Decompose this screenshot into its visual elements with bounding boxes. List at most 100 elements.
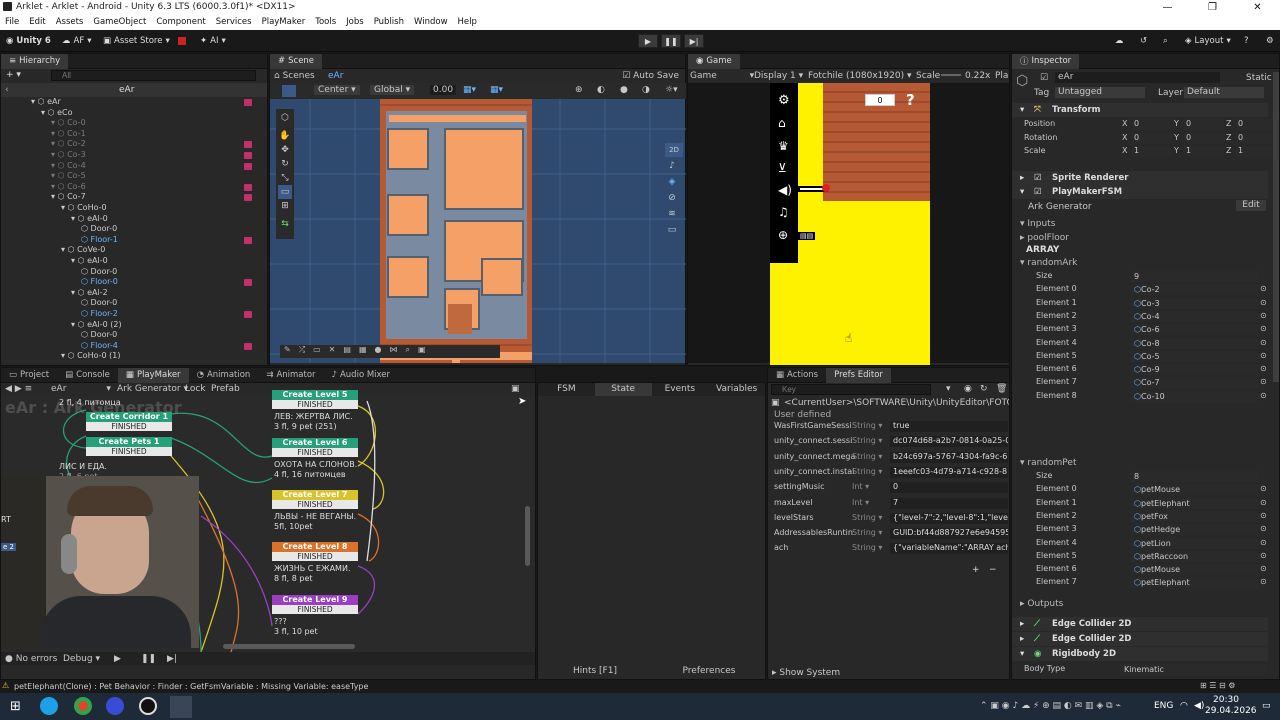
object-picker-icon[interactable]: ⊙ bbox=[1260, 364, 1267, 373]
tab-animator[interactable]: ⇉ Animator bbox=[258, 368, 323, 383]
pref-value-field[interactable]: 1eeefc03-4d79-a714-c928-8 bbox=[890, 466, 1008, 478]
grid-snap-icon[interactable]: ▦▾ bbox=[463, 85, 476, 95]
object-picker-icon[interactable]: ⊙ bbox=[1260, 311, 1267, 320]
history-button[interactable]: ↺ bbox=[1140, 34, 1147, 48]
layers-icon[interactable]: ≋ bbox=[665, 207, 679, 221]
tab-actions[interactable]: ▦ Actions bbox=[768, 368, 826, 383]
fsm-tab-events[interactable]: Events bbox=[652, 383, 709, 396]
hierarchy-item[interactable]: ▾ ⬡ eAr bbox=[1, 97, 267, 108]
gear-icon[interactable]: ⚙ bbox=[778, 93, 790, 108]
tab-console[interactable]: ▤ Console bbox=[57, 368, 118, 383]
hierarchy-item[interactable]: ⬡ Door-0 bbox=[1, 267, 267, 278]
menu-playmaker[interactable]: PlayMaker bbox=[257, 15, 311, 30]
gizmo-icon[interactable]: ⊕ bbox=[575, 85, 583, 95]
pref-key[interactable]: WasFirstGameSessi bbox=[774, 421, 852, 430]
object-picker-icon[interactable]: ⊙ bbox=[1260, 577, 1267, 586]
graph-h-scrollbar[interactable] bbox=[223, 644, 355, 649]
eye-icon[interactable]: ◉ bbox=[964, 384, 972, 394]
edge-collider-1-header[interactable]: ▸ ⟋ Edge Collider 2D bbox=[1012, 617, 1268, 631]
lighting-icon[interactable]: ● bbox=[620, 85, 628, 95]
object-field[interactable]: ⬡petMouse bbox=[1130, 564, 1258, 576]
layer-dropdown[interactable]: Default bbox=[1184, 87, 1264, 98]
static-toggle[interactable]: Static bbox=[1246, 73, 1272, 83]
object-field[interactable]: ⬡petMouse bbox=[1130, 484, 1258, 496]
pref-value-field[interactable]: dc074d68-a2b7-0814-0a25-0 bbox=[890, 436, 1008, 448]
menu-publish[interactable]: Publish bbox=[369, 15, 409, 30]
help-question[interactable]: ? bbox=[906, 91, 915, 109]
hierarchy-item[interactable]: ▾ ⬡ eAl-0 bbox=[1, 256, 267, 267]
game-view-dropdown[interactable]: Game ▾ bbox=[690, 71, 754, 81]
scene-view[interactable]: Center ▾ Global ▾ 0.00 ▦▾ ▦▾ ⊕ ◐ ● ◑ ☼▾ bbox=[270, 83, 686, 363]
hierarchy-item[interactable]: ▾ ⬡ eCo bbox=[1, 108, 267, 119]
cart-icon[interactable]: ⊻ bbox=[778, 161, 787, 175]
menu-file[interactable]: File bbox=[0, 15, 24, 30]
line-icon[interactable]: ⤮ bbox=[299, 345, 305, 358]
hierarchy-item[interactable]: ▾ ⬡ CoVe-0 bbox=[1, 245, 267, 256]
snap-input[interactable]: 0.00 bbox=[430, 85, 457, 95]
cross-icon[interactable]: ✕ bbox=[329, 345, 336, 358]
size-field[interactable]: 9 bbox=[1130, 271, 1258, 282]
object-field[interactable]: ⬡Co-4 bbox=[1130, 310, 1258, 322]
mode-2d-button[interactable]: 2D bbox=[665, 143, 683, 157]
fsm-tab-variables[interactable]: Variables bbox=[708, 383, 765, 396]
rect-icon[interactable]: ▭ bbox=[313, 345, 321, 358]
transform-z-field[interactable]: 0 bbox=[1236, 119, 1276, 130]
pref-value-field[interactable]: 0 bbox=[890, 482, 1008, 494]
add-icon[interactable]: + ▾ bbox=[6, 70, 21, 80]
record-indicator[interactable] bbox=[178, 34, 186, 48]
auto-save-toggle[interactable]: ☑ Auto Save bbox=[622, 71, 679, 81]
pref-type-dropdown[interactable]: String ▾ bbox=[852, 421, 888, 430]
music-icon[interactable]: ♫ bbox=[778, 205, 789, 219]
transform-x-field[interactable]: 0 bbox=[1132, 119, 1172, 130]
hierarchy-item[interactable]: ⬡ Door-0 bbox=[1, 224, 267, 235]
pivot-dropdown[interactable]: Center ▾ bbox=[314, 85, 360, 95]
sound-icon[interactable]: ◀) bbox=[778, 183, 792, 197]
pattern-icon[interactable]: ⋈ bbox=[389, 345, 397, 358]
move-icon[interactable]: ✥ bbox=[278, 143, 292, 157]
hierarchy-item[interactable]: ⬡ Floor-4 bbox=[1, 341, 267, 352]
pref-value-field[interactable]: 7 bbox=[890, 497, 1008, 509]
edge-browser-icon[interactable] bbox=[40, 697, 58, 715]
language-icon[interactable]: ⊕ bbox=[778, 228, 788, 242]
circle-icon[interactable]: ● bbox=[375, 345, 382, 358]
tab-hierarchy[interactable]: ≡ Hierarchy bbox=[1, 53, 69, 69]
object-field[interactable]: ⬡Co-10 bbox=[1130, 390, 1258, 402]
object-picker-icon[interactable]: ⊙ bbox=[1260, 538, 1267, 547]
hierarchy-item[interactable]: ⬡ Floor-0 bbox=[1, 277, 267, 288]
back-icon[interactable]: ‹ bbox=[5, 85, 9, 95]
fsm-tab-state[interactable]: State bbox=[594, 383, 652, 396]
tab-scene[interactable]: # Scene bbox=[270, 53, 323, 69]
object-picker-icon[interactable]: ⊙ bbox=[1260, 498, 1267, 507]
pref-value-field[interactable]: b24c697a-5767-4304-fa9c-6 bbox=[890, 451, 1008, 463]
sound-slider-knob[interactable] bbox=[822, 184, 830, 192]
lock-button[interactable]: Lock bbox=[185, 384, 206, 394]
debug-step-icon[interactable]: ▶| bbox=[167, 654, 177, 664]
state-create-level-5[interactable]: Create Level 5 FINISHED bbox=[272, 390, 358, 409]
hierarchy-item[interactable]: ▾ ⬡ Co-4 bbox=[1, 161, 267, 172]
prefab-button[interactable]: Prefab bbox=[211, 384, 240, 394]
move-camera-icon[interactable]: ⬡ bbox=[278, 111, 292, 125]
hierarchy-item[interactable]: ▾ ⬡ Co-1 bbox=[1, 129, 267, 140]
object-picker-icon[interactable]: ⊙ bbox=[1260, 351, 1267, 360]
step-button[interactable]: ▶| bbox=[684, 34, 704, 48]
fsm-dropdown[interactable]: Ark Generator ▾ bbox=[117, 384, 188, 394]
hand-icon[interactable]: ✋ bbox=[278, 129, 292, 143]
pool-floor-foldout[interactable]: ▸ poolFloor bbox=[1020, 233, 1069, 243]
volume-icon[interactable]: ◀) bbox=[1194, 701, 1204, 711]
tab-prefs-editor[interactable]: Prefs Editor bbox=[826, 368, 891, 383]
sort-icon[interactable]: ▾ bbox=[946, 384, 951, 394]
state-create-level-8[interactable]: Create Level 8 FINISHED bbox=[272, 542, 358, 561]
pref-key[interactable]: settingMusic bbox=[774, 482, 825, 491]
rect-tool-icon[interactable]: ▭ bbox=[278, 185, 292, 199]
hierarchy-item[interactable]: ▾ ⬡ Co-7 bbox=[1, 192, 267, 203]
status-message[interactable]: petElephant(Clone) : Pet Behavior : Find… bbox=[14, 682, 368, 691]
edge-collider-2-header[interactable]: ▸ ⟋ Edge Collider 2D bbox=[1012, 632, 1268, 646]
tab-animation[interactable]: ◔ Animation bbox=[189, 368, 259, 383]
view-tool-icon[interactable] bbox=[282, 85, 296, 97]
shading-icon[interactable]: ◐ bbox=[597, 85, 605, 95]
object-field[interactable]: ⬡petFox bbox=[1130, 510, 1258, 522]
preferences-button[interactable]: Preferences bbox=[652, 664, 766, 678]
pref-type-dropdown[interactable]: String ▾ bbox=[852, 528, 888, 537]
pref-type-dropdown[interactable]: String ▾ bbox=[852, 467, 888, 476]
unity-account-button[interactable]: ◉ Unity 6 bbox=[6, 34, 51, 48]
